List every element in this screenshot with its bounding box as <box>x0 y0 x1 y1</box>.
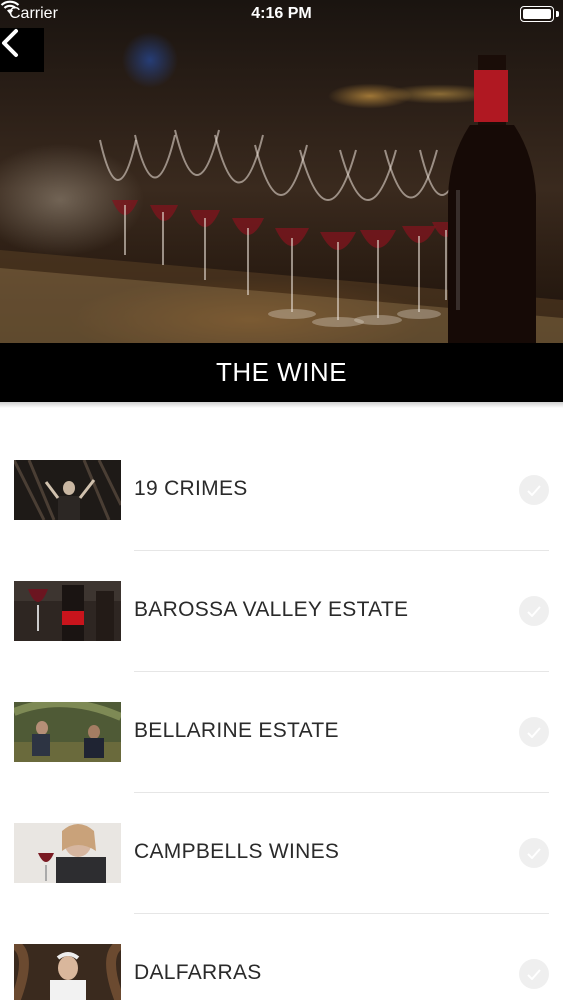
list-item[interactable]: 19 CRIMES <box>0 430 563 551</box>
status-time: 4:16 PM <box>251 5 312 22</box>
list-item[interactable]: BELLARINE ESTATE <box>0 672 563 793</box>
thumbnail-dalfarras <box>14 944 121 1000</box>
thumbnail-barossa-valley-estate <box>14 581 121 641</box>
winery-name: BAROSSA VALLEY ESTATE <box>134 598 409 621</box>
thumbnail-bellarine-estate <box>14 702 121 762</box>
title-shadow <box>0 402 563 408</box>
checkmark-icon[interactable] <box>519 475 549 505</box>
thumbnail-19-crimes <box>14 460 121 520</box>
hero-image: Carrier 4:16 PM <box>0 0 563 343</box>
winery-name: DALFARRAS <box>134 961 262 984</box>
page-title: THE WINE <box>215 357 348 387</box>
winery-name: BELLARINE ESTATE <box>134 719 339 742</box>
thumbnail-campbells-wines <box>14 823 121 883</box>
page-title-bar: THE WINE <box>0 343 563 402</box>
checkmark-icon[interactable] <box>519 838 549 868</box>
winery-name: CAMPBELLS WINES <box>134 840 340 863</box>
back-button[interactable] <box>0 28 44 72</box>
hero-wine-glasses-illustration <box>0 55 563 343</box>
chevron-left-icon <box>2 29 18 57</box>
battery-icon <box>520 6 554 22</box>
checkmark-icon[interactable] <box>519 717 549 747</box>
winery-name: 19 CRIMES <box>134 477 248 500</box>
status-bar: Carrier 4:16 PM <box>0 0 563 28</box>
list-item[interactable]: BAROSSA VALLEY ESTATE <box>0 551 563 672</box>
list-item[interactable]: CAMPBELLS WINES <box>0 793 563 914</box>
battery-cap <box>556 11 559 17</box>
checkmark-icon[interactable] <box>519 596 549 626</box>
checkmark-icon[interactable] <box>519 959 549 989</box>
list-item[interactable]: DALFARRAS <box>0 914 563 1000</box>
